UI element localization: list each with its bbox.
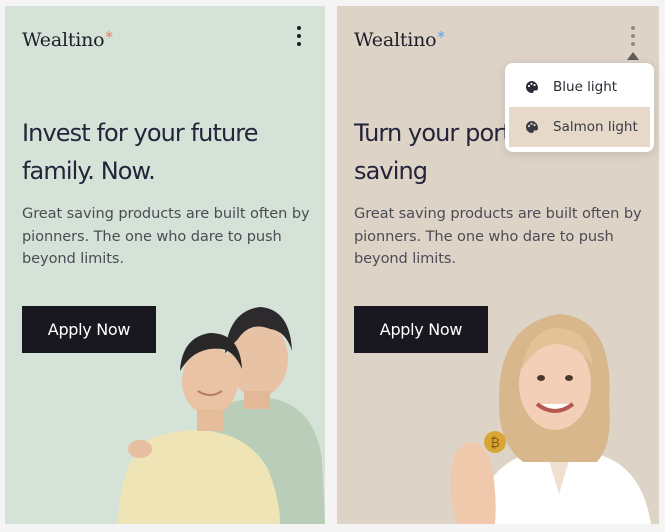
hero-headline: Invest for your future family. Now. (22, 119, 259, 185)
brand-name: Wealtino (354, 29, 437, 51)
menu-item-salmon-light[interactable]: Salmon light (509, 107, 650, 147)
hero-subtext: Great saving products are built often by… (22, 205, 310, 267)
brand-logo[interactable]: Wealtino* (354, 28, 445, 51)
svg-text:₿: ₿ (490, 436, 500, 451)
woman-with-coin-photo: ₿ (450, 314, 651, 524)
hero-subtext: Great saving products are built often by… (354, 205, 642, 267)
brand-name: Wealtino (22, 29, 105, 51)
theme-menu: Blue light Salmon light (505, 63, 654, 152)
menu-caret (627, 52, 639, 60)
menu-item-blue-light[interactable]: Blue light (509, 67, 650, 107)
hero-card-green: Wealtino* Invest for your future family.… (5, 6, 325, 524)
brand-logo[interactable]: Wealtino* (22, 28, 113, 51)
palette-icon (526, 81, 539, 93)
couple-photo (118, 307, 325, 524)
palette-icon (526, 121, 539, 133)
menu-item-label: Blue light (553, 79, 618, 95)
more-options-icon[interactable] (629, 26, 637, 46)
brand-star: * (105, 28, 113, 46)
brand-star: * (437, 28, 445, 46)
menu-item-label: Salmon light (553, 119, 638, 135)
more-options-icon[interactable] (295, 26, 303, 46)
